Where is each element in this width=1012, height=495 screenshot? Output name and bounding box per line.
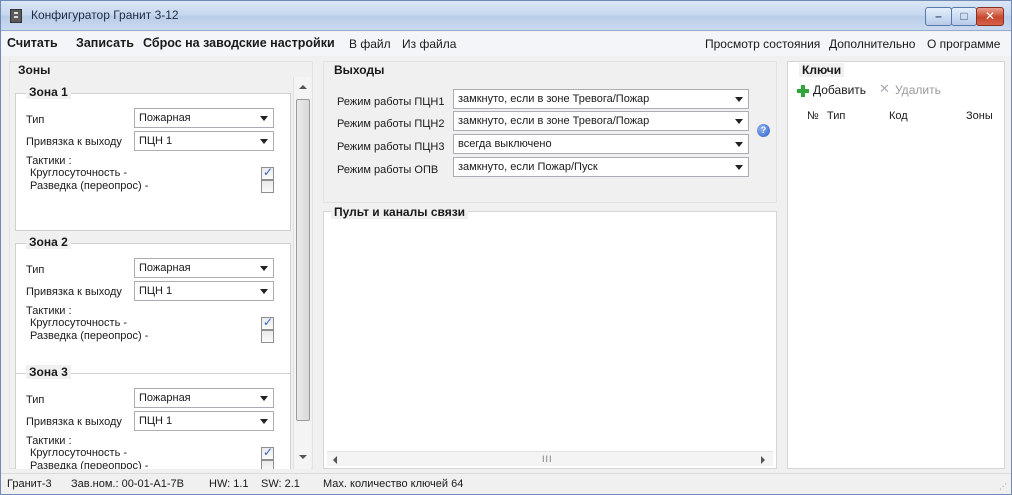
zone-recon-label: Разведка (переопрос) -: [30, 460, 149, 469]
zone-tactics-label: Тактики :: [26, 435, 72, 447]
outputs-title: Выходы: [331, 63, 388, 77]
scroll-right-arrow-icon[interactable]: [761, 456, 765, 464]
zone-type-label: Тип: [26, 114, 45, 126]
scroll-grip[interactable]: III: [542, 454, 553, 464]
zone-output-label: Привязка к выходу: [26, 136, 122, 148]
chevron-down-icon: [260, 139, 268, 144]
add-key-button[interactable]: Добавить: [813, 83, 866, 97]
zone-3: Зона 3 Тип Пожарная Привязка к выходу ПЦ…: [15, 365, 291, 469]
output-mode-select-1[interactable]: замкнуто, если в зоне Тревога/Пожар: [453, 89, 749, 109]
status-sw: SW: 2.1: [261, 478, 300, 490]
chevron-down-icon: [260, 396, 268, 401]
zone-title: Зона 1: [26, 85, 71, 99]
chevron-down-icon: [260, 289, 268, 294]
chevron-down-icon: [735, 97, 743, 102]
pult-hscrollbar[interactable]: III: [327, 451, 773, 466]
zone-round-checkbox[interactable]: [261, 315, 274, 330]
pult-panel: [323, 211, 777, 469]
menu-status-view[interactable]: Просмотр состояния: [705, 37, 820, 51]
zone-recon-checkbox[interactable]: [261, 460, 274, 469]
output-mode-select-3[interactable]: всегда выключено: [453, 134, 749, 154]
scroll-left-arrow-icon[interactable]: [333, 456, 337, 464]
zone-round-label: Круглосуточность -: [30, 317, 128, 329]
zone-output-label: Привязка к выходу: [26, 286, 122, 298]
add-icon: [797, 85, 809, 97]
menu-reset[interactable]: Сброс на заводские настройки: [143, 36, 335, 50]
menu-write[interactable]: Записать: [76, 36, 134, 50]
zone-recon-checkbox[interactable]: [261, 180, 274, 193]
status-hw: HW: 1.1: [209, 478, 249, 490]
output-row-label: Режим работы ПЦН1: [337, 96, 445, 108]
title-bar[interactable]: Конфигуратор Гранит 3-12 – □ ✕: [1, 1, 1011, 31]
zone-round-label: Круглосуточность -: [30, 447, 128, 459]
column-header-zones[interactable]: Зоны: [966, 110, 993, 122]
zone-output-label: Привязка к выходу: [26, 416, 122, 428]
resize-grip-icon[interactable]: ⋰: [999, 482, 1007, 491]
status-max-keys: Мах. количество ключей 64: [323, 478, 464, 490]
chevron-down-icon: [260, 116, 268, 121]
status-bar: Гранит-3 Зав.ном.: 00-01-A1-7B HW: 1.1 S…: [1, 473, 1011, 494]
zones-title: Зоны: [15, 63, 54, 77]
chevron-down-icon: [260, 419, 268, 424]
delete-icon: ✕: [879, 81, 890, 96]
maximize-button[interactable]: □: [951, 7, 977, 26]
zone-type-select[interactable]: Пожарная: [134, 258, 274, 278]
zone-title: Зона 2: [26, 235, 71, 249]
zone-output-select[interactable]: ПЦН 1: [134, 131, 274, 151]
delete-key-button[interactable]: Удалить: [895, 83, 941, 97]
outputs-panel: [323, 61, 777, 203]
zone-1: Зона 1 Тип Пожарная Привязка к выходу ПЦ…: [15, 85, 291, 231]
chevron-down-icon: [735, 119, 743, 124]
keys-title: Ключи: [799, 63, 845, 77]
scroll-down-arrow-icon[interactable]: [299, 455, 307, 459]
zone-round-checkbox[interactable]: [261, 165, 274, 180]
scroll-up-arrow-icon[interactable]: [299, 85, 307, 89]
app-icon: [10, 9, 22, 23]
menu-about[interactable]: О программе: [927, 37, 1000, 51]
column-header-type[interactable]: Тип: [827, 110, 845, 122]
zone-type-label: Тип: [26, 264, 45, 276]
zone-recon-label: Разведка (переопрос) -: [30, 330, 149, 342]
zone-recon-label: Разведка (переопрос) -: [30, 180, 149, 192]
output-row-label: Режим работы ПЦН2: [337, 118, 445, 130]
menu-read[interactable]: Считать: [7, 36, 58, 50]
zone-2: Зона 2 Тип Пожарная Привязка к выходу ПЦ…: [15, 235, 291, 381]
column-header-number[interactable]: №: [807, 110, 819, 122]
output-mode-select-2[interactable]: замкнуто, если в зоне Тревога/Пожар: [453, 111, 749, 131]
output-mode-select-4[interactable]: замкнуто, если Пожар/Пуск: [453, 157, 749, 177]
zone-type-select[interactable]: Пожарная: [134, 388, 274, 408]
app-window: Конфигуратор Гранит 3-12 – □ ✕ Считать З…: [0, 0, 1012, 495]
chevron-down-icon: [735, 165, 743, 170]
column-header-code[interactable]: Код: [889, 110, 908, 122]
zone-output-select[interactable]: ПЦН 1: [134, 281, 274, 301]
zone-tactics-label: Тактики :: [26, 155, 72, 167]
menu-bar: Считать Записать Сброс на заводские наст…: [1, 32, 1011, 56]
menu-advanced[interactable]: Дополнительно: [829, 37, 915, 51]
zone-output-select[interactable]: ПЦН 1: [134, 411, 274, 431]
zone-round-label: Круглосуточность -: [30, 167, 128, 179]
help-icon[interactable]: ?: [757, 124, 770, 137]
output-row-label: Режим работы ПЦН3: [337, 141, 445, 153]
status-serial: Зав.ном.: 00-01-A1-7B: [71, 478, 184, 490]
menu-to-file[interactable]: В файл: [349, 37, 391, 51]
output-row-label: Режим работы ОПВ: [337, 164, 439, 176]
pult-title: Пульт и каналы связи: [331, 205, 469, 219]
zone-title: Зона 3: [26, 365, 71, 379]
window-title: Конфигуратор Гранит 3-12: [31, 8, 179, 22]
zones-list[interactable]: Зона 1 Тип Пожарная Привязка к выходу ПЦ…: [15, 77, 311, 469]
zone-type-select[interactable]: Пожарная: [134, 108, 274, 128]
menu-from-file[interactable]: Из файла: [402, 37, 456, 51]
zone-type-label: Тип: [26, 394, 45, 406]
zone-tactics-label: Тактики :: [26, 305, 72, 317]
status-device: Гранит-3: [7, 478, 52, 490]
keys-panel: [787, 61, 1005, 469]
zones-scrollbar[interactable]: [293, 77, 311, 469]
zone-round-checkbox[interactable]: [261, 445, 274, 460]
chevron-down-icon: [260, 266, 268, 271]
chevron-down-icon: [735, 142, 743, 147]
scrollbar-thumb[interactable]: [296, 99, 310, 421]
zone-recon-checkbox[interactable]: [261, 330, 274, 343]
close-button[interactable]: ✕: [976, 7, 1004, 26]
minimize-button[interactable]: –: [925, 7, 952, 26]
